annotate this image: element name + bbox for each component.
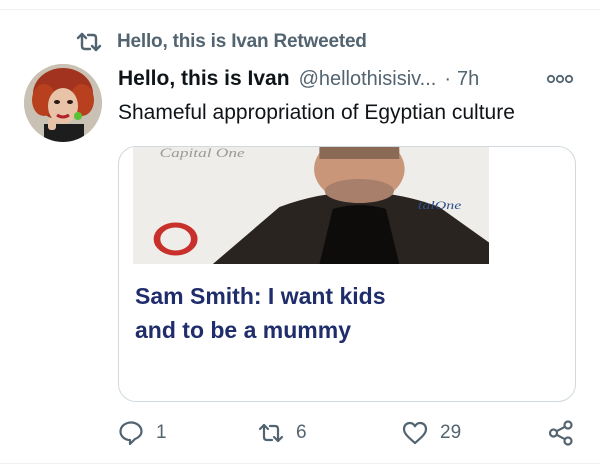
- svg-text:talOne: talOne: [418, 199, 461, 213]
- retweet-icon: [76, 31, 102, 53]
- reply-count: 1: [156, 422, 167, 443]
- top-divider: [0, 0, 600, 10]
- author-handle[interactable]: @hellothisisiv...: [299, 68, 437, 91]
- svg-text:Capital One: Capital One: [160, 147, 245, 160]
- tweet-header: Hello, this is Ivan @hellothisisiv... · …: [118, 64, 580, 94]
- retweet-context[interactable]: Hello, this is Ivan Retweeted: [76, 28, 367, 56]
- more-options-icon[interactable]: [546, 71, 574, 87]
- like-count: 29: [440, 422, 462, 443]
- share-button[interactable]: [548, 418, 574, 448]
- retweet-button[interactable]: 6: [258, 418, 307, 448]
- retweet-icon: [258, 420, 284, 446]
- bottom-divider: [0, 463, 600, 464]
- tweet-actions: 1 6 29: [118, 418, 580, 448]
- heart-icon: [402, 420, 428, 446]
- tweet-timestamp[interactable]: 7h: [457, 68, 479, 91]
- card-headline[interactable]: Sam Smith: I want kids and to be a mummy: [135, 279, 535, 347]
- retweet-count: 6: [296, 422, 307, 443]
- card-headline-line-2: and to be a mummy: [135, 317, 351, 343]
- share-icon: [548, 420, 574, 446]
- tweet-text: Shameful appropriation of Egyptian cultu…: [118, 101, 515, 124]
- avatar[interactable]: [24, 64, 102, 142]
- link-card[interactable]: Capital One Ca talOne Sam Smith: I want …: [118, 146, 576, 402]
- reply-icon: [118, 420, 144, 446]
- card-headline-line-1: Sam Smith: I want kids: [135, 283, 386, 309]
- header-separator: ·: [444, 67, 451, 90]
- like-button[interactable]: 29: [402, 418, 461, 448]
- retweeted-by-label[interactable]: Hello, this is Ivan Retweeted: [117, 31, 367, 53]
- author-name[interactable]: Hello, this is Ivan: [118, 67, 290, 91]
- card-image[interactable]: Capital One Ca talOne: [133, 147, 489, 264]
- reply-button[interactable]: 1: [118, 418, 167, 448]
